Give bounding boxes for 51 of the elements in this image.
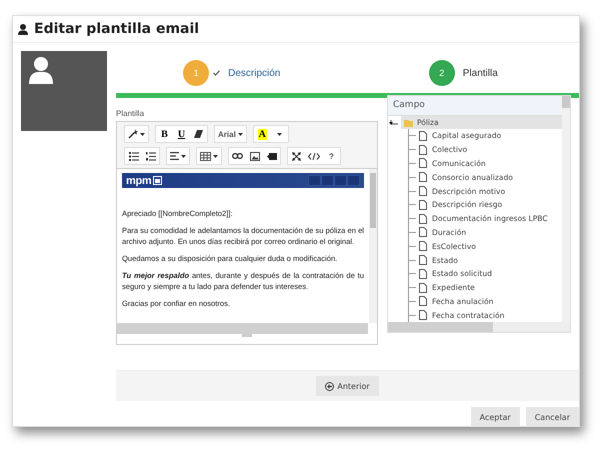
file-icon [419, 200, 427, 210]
step-number: 1 [183, 60, 210, 86]
folder-icon [404, 118, 414, 126]
file-icon [419, 282, 427, 293]
caret-icon [276, 132, 282, 136]
file-icon [419, 255, 427, 266]
scrollbar-thumb[interactable] [562, 96, 570, 108]
link-icon [232, 153, 243, 159]
fullscreen-icon [292, 152, 301, 160]
column-header: Campo [393, 100, 425, 110]
file-icon [419, 172, 427, 182]
user-silhouette-icon [29, 57, 53, 84]
squares-drawing [308, 175, 360, 186]
file-icon [419, 186, 427, 196]
file-icon [419, 241, 427, 252]
check-icon [213, 70, 220, 76]
logo-icon [153, 176, 162, 185]
code-icon [308, 152, 320, 160]
file-icon [419, 144, 427, 155]
file-icon [419, 130, 427, 141]
previous-button[interactable]: Anterior [316, 376, 379, 396]
file-icon [419, 227, 427, 238]
bold-button[interactable]: B [156, 126, 173, 142]
cancel-button[interactable]: Cancelar [526, 407, 579, 427]
numbered-list-icon [146, 152, 156, 160]
image-icon [250, 152, 260, 160]
file-icon [419, 268, 427, 279]
toolbar-button[interactable]: Arial [215, 126, 246, 142]
logo: mpm [126, 174, 152, 186]
accept-button[interactable]: Aceptar [470, 407, 520, 427]
table-icon [200, 152, 211, 160]
underline-button[interactable]: U [173, 126, 190, 142]
align-icon [170, 152, 179, 160]
circle-arrow-left-icon [325, 382, 334, 390]
magic-wand-icon [128, 129, 138, 139]
file-icon [419, 310, 427, 320]
step-label[interactable]: Descripción [228, 68, 280, 78]
step-label[interactable]: Plantilla [462, 68, 498, 78]
file-icon [419, 158, 427, 168]
horizontal-scrollbar[interactable] [388, 322, 493, 332]
bullet-list-icon [128, 152, 138, 160]
scrollbar-thumb[interactable] [370, 173, 376, 228]
rich-text-editor[interactable] [116, 121, 378, 345]
field-label: Plantilla [116, 109, 144, 118]
step-number: 2 [428, 60, 455, 86]
horizontal-scrollbar[interactable] [117, 323, 368, 334]
resize-handle[interactable] [242, 334, 252, 337]
window-title: Editar plantilla email [34, 21, 200, 37]
user-icon [18, 24, 28, 34]
file-icon [419, 214, 427, 224]
file-icon [419, 296, 427, 306]
